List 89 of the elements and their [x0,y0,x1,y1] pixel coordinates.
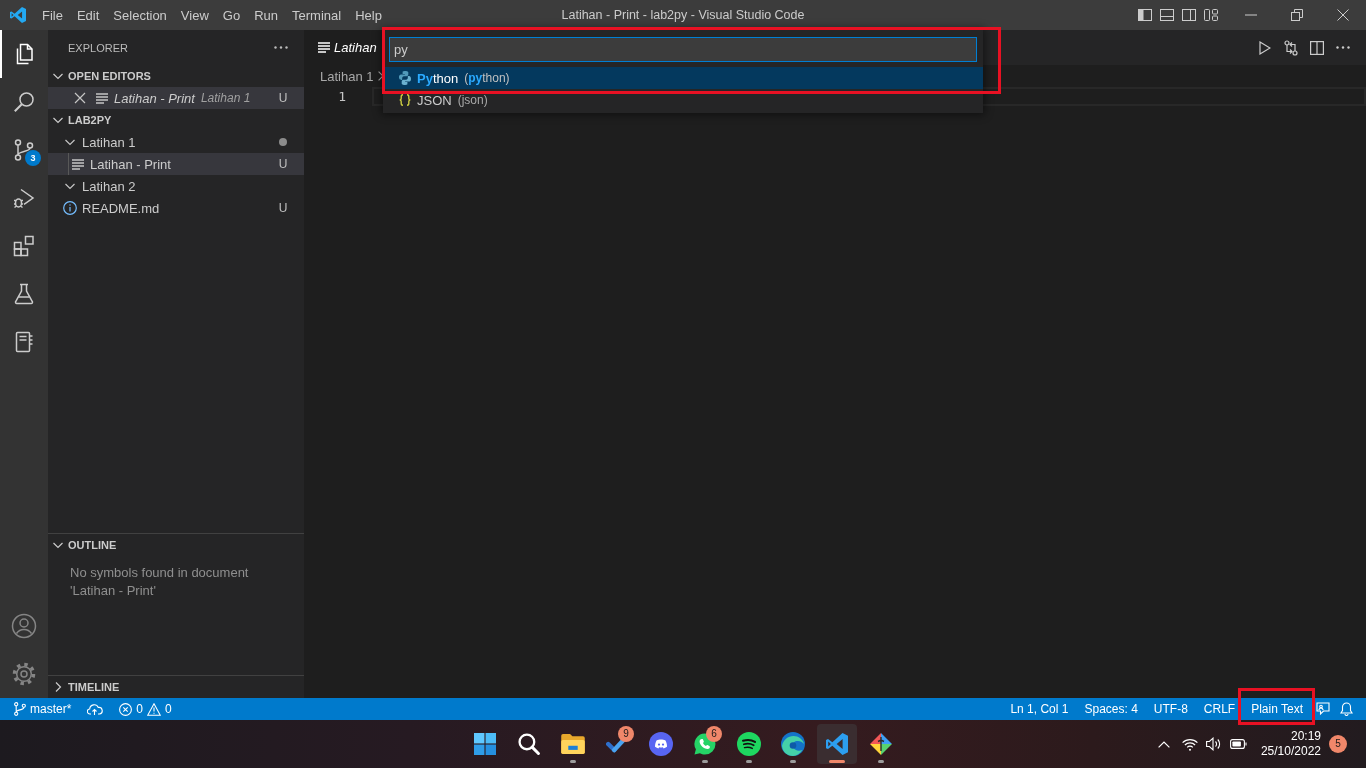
diamond-icon [870,733,892,755]
count-badge: 9 [618,726,634,742]
open-editor-item[interactable]: Latihan - Print Latihan 1 U [48,87,304,109]
activity-button[interactable]: 3 [0,126,48,174]
chevron-right-icon [377,71,384,81]
quick-pick-item[interactable]: Python (python) [383,67,983,89]
menu-item[interactable]: Help [348,4,389,26]
menu-item[interactable]: Terminal [285,4,349,26]
layout-icon[interactable] [1204,9,1218,21]
language-icon [398,71,412,85]
git-status: U [278,157,288,171]
count-badge: 3 [25,150,41,166]
toggle-side-panel-icon[interactable] [1182,9,1196,21]
settings-icon[interactable] [11,661,37,687]
quick-pick-input[interactable]: py [389,37,977,62]
info-icon [63,201,77,215]
close-icon[interactable] [1337,9,1349,21]
start-icon [474,733,496,755]
cloud-upload-icon[interactable] [87,703,104,715]
feedback-icon[interactable] [1316,702,1330,716]
editor-tab[interactable]: Latihan [304,30,383,65]
blocks-icon [12,234,36,258]
menu-item[interactable]: Go [215,4,248,26]
tree-item[interactable]: Latihan 1 [48,131,304,153]
toggle-panel-icon[interactable] [1160,9,1174,21]
status-item[interactable]: CRLF [1195,698,1244,720]
text-lines-icon [96,92,108,104]
text-lines-icon [318,42,330,53]
folder-icon [561,734,585,754]
branch-status[interactable]: master* [9,698,77,720]
sound-waves-icon [737,732,761,756]
compare-icon[interactable] [1284,39,1298,56]
menu-item[interactable]: Edit [69,4,107,26]
more-icon[interactable] [274,46,288,49]
tree-item[interactable]: Latihan 2 [48,175,304,197]
warning-icon [147,702,162,716]
status-item[interactable]: Plain Text [1243,698,1311,720]
speaker-icon[interactable] [1205,737,1221,751]
tree-item[interactable]: README.md U [48,197,304,219]
braces-icon [398,94,412,106]
git-status: U [278,91,288,105]
status-item[interactable]: Ln 1, Col 1 [1002,698,1077,720]
search-icon [518,733,540,755]
window-title: Latihan - Print - lab2py - Visual Studio Code [561,8,805,22]
toggle-sidebar-icon[interactable] [1138,9,1152,21]
flask-icon [12,282,36,306]
menu-item[interactable]: Selection [106,4,174,26]
close-icon[interactable] [74,92,86,104]
search-icon [12,90,36,114]
run-icon[interactable] [1259,40,1271,55]
branch-icon [12,138,36,162]
sidebar-title: EXPLORER [68,41,128,54]
taskbar-button[interactable]: 6 [685,724,725,764]
section-header[interactable]: OPEN EDITORS [48,65,304,87]
bell-icon[interactable] [1340,702,1353,716]
menu-item[interactable]: File [35,4,70,26]
problems-status[interactable]: 0 0 [114,698,177,720]
count-badge: 6 [706,726,722,742]
split-editor-icon[interactable] [1310,40,1324,55]
editor-logo-icon [826,733,848,755]
account-icon[interactable] [11,613,37,639]
clock-date: 25/10/2022 [1260,744,1321,759]
clock-time: 20:19 [1290,729,1321,744]
status-item[interactable]: Spaces: 4 [1076,698,1146,720]
text-lines-icon [72,158,84,170]
battery-icon[interactable] [1229,739,1247,749]
swirl-icon [781,732,805,756]
taskbar-button[interactable]: 9 [597,724,637,764]
tree-item[interactable]: Latihan - Print U [48,153,304,175]
status-item[interactable]: UTF-8 [1145,698,1196,720]
branch-icon [14,702,26,716]
menu-item[interactable]: View [173,4,216,26]
outline-message: No symbols found in document 'Latihan - Print' [69,564,250,600]
restore-icon[interactable] [1291,9,1303,21]
section-header[interactable]: OUTLINE [48,533,304,556]
more-icon[interactable] [1336,46,1350,49]
line-number: 1 [337,88,346,106]
section-header[interactable]: LAB2PY [48,109,304,131]
wifi-icon[interactable] [1181,737,1198,751]
logo-icon [10,7,26,23]
controller-face-icon [649,732,673,756]
play-bug-icon [12,186,36,210]
chevron-up-icon[interactable] [1157,740,1170,748]
menu-item[interactable]: Run [247,4,285,26]
breadcrumb-item[interactable]: Latihan 1 [320,68,374,84]
git-status: U [278,201,288,215]
notification-count-badge[interactable]: 5 [1329,735,1347,753]
quick-pick-item[interactable]: JSON (json) [383,89,983,111]
error-icon [119,702,133,716]
